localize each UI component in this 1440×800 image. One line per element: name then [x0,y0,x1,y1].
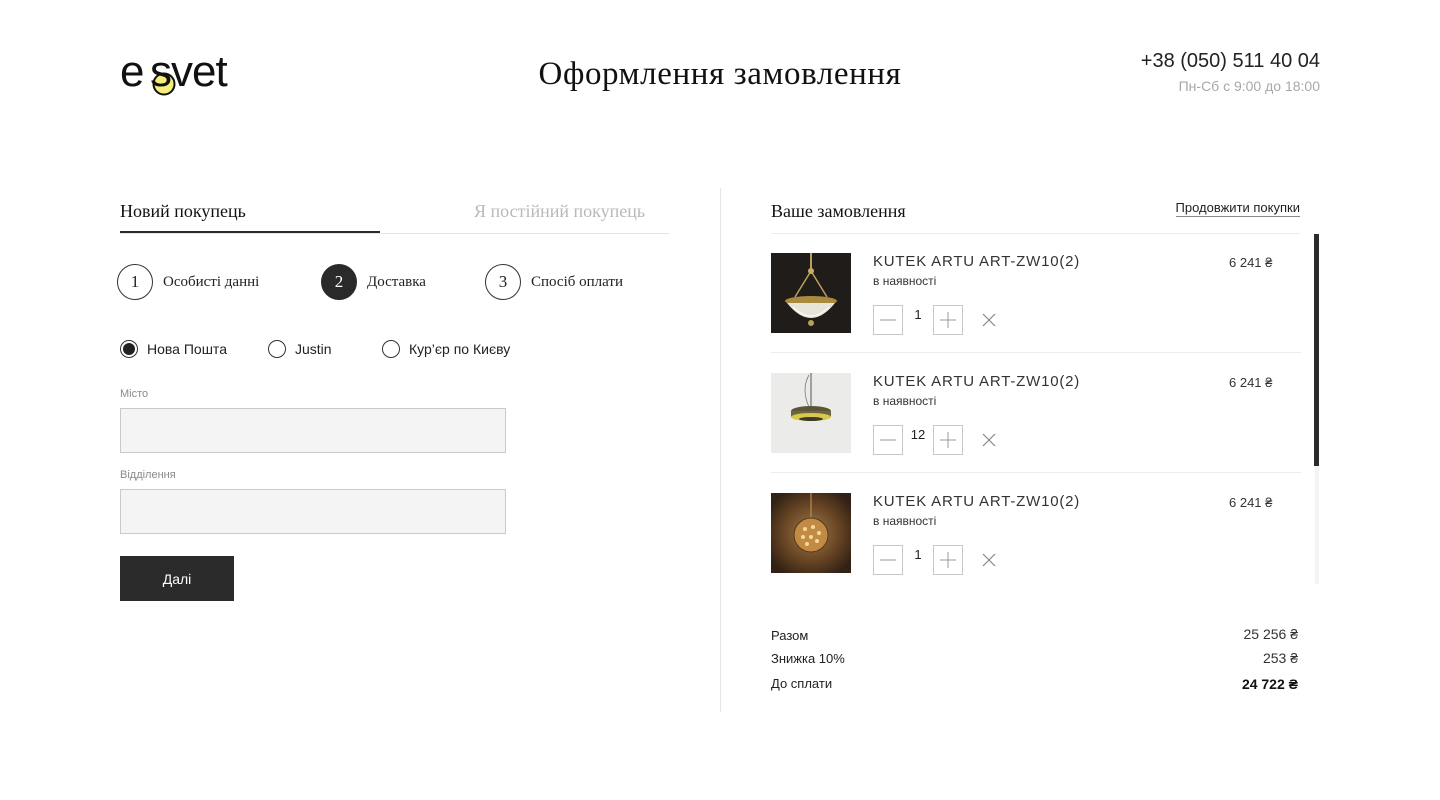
decrease-quantity-button[interactable] [873,425,903,455]
order-title: Ваше замовлення [771,201,906,221]
product-name[interactable]: KUTEK ARTU ART-ZW10(2) [873,253,1080,270]
minus-icon [880,319,896,321]
total-value: 24 722 ₴ [1241,676,1298,692]
product-image[interactable] [771,493,851,573]
product-image[interactable] [771,253,851,333]
branch-label: Відділення [120,469,176,481]
step-number: 3 [485,264,521,300]
page-title: Оформлення замовлення [538,56,902,92]
product-price: 6 241 ₴ [1229,495,1273,510]
minus-icon [880,439,896,441]
product-image[interactable] [771,373,851,453]
step-number: 2 [321,264,357,300]
product-price: 6 241 ₴ [1229,375,1273,390]
city-input[interactable] [120,408,506,453]
plus-icon [940,552,956,568]
increase-quantity-button[interactable] [933,545,963,575]
column-divider [720,188,721,712]
step-delivery[interactable]: 2 Доставка [321,264,426,300]
tab-new-customer[interactable]: Новий покупець [120,201,246,222]
continue-shopping-link[interactable]: Продовжити покупки [1175,200,1300,217]
radio-button[interactable] [268,340,286,358]
radio-button-checked[interactable] [120,340,138,358]
close-icon[interactable] [981,312,997,328]
increase-quantity-button[interactable] [933,305,963,335]
radio-label: Justin [295,341,332,357]
plus-icon [940,312,956,328]
decrease-quantity-button[interactable] [873,305,903,335]
tab-regular-customer[interactable]: Я постійний покупець [474,201,645,222]
scrollbar-thumb[interactable] [1314,234,1319,466]
radio-label: Нова Пошта [147,341,227,357]
plus-icon [940,432,956,448]
close-icon[interactable] [981,432,997,448]
product-image-pendant [771,373,851,453]
step-label: Спосіб оплати [531,273,623,290]
step-personal-data[interactable]: 1 Особисті данні [117,264,259,300]
subtotal-label: Разом [771,628,809,643]
working-hours: Пн-Сб с 9:00 до 18:00 [1178,78,1320,94]
increase-quantity-button[interactable] [933,425,963,455]
product-image-chandelier [771,253,851,333]
radio-label: Кур’єр по Києву [409,341,511,357]
step-payment[interactable]: 3 Спосіб оплати [485,264,623,300]
logo[interactable]: e svet [120,47,250,100]
decrease-quantity-button[interactable] [873,545,903,575]
logo-mark: e svet [120,47,228,96]
svg-text:svet: svet [150,48,227,96]
tabs-divider [120,233,669,234]
product-name[interactable]: KUTEK ARTU ART-ZW10(2) [873,493,1080,510]
tab-active-indicator [120,231,380,233]
order-item: KUTEK ARTU ART-ZW10(2) в наявності 6 241… [771,353,1301,473]
subtotal-value: 25 256 ₴ [1243,626,1299,642]
discount-value: 253 ₴ [1262,650,1298,666]
discount-label: Знижка 10% [771,651,845,666]
radio-justin[interactable]: Justin [268,340,332,358]
product-image-globe-lamp [771,493,851,573]
radio-courier-kyiv[interactable]: Кур’єр по Києву [382,340,510,358]
quantity-value[interactable]: 1 [903,547,933,562]
phone-number[interactable]: +38 (050) 511 40 04 [1141,50,1320,73]
step-label: Доставка [367,273,426,290]
radio-nova-poshta[interactable]: Нова Пошта [120,340,227,358]
product-price: 6 241 ₴ [1229,255,1273,270]
step-number: 1 [117,264,153,300]
radio-button[interactable] [382,340,400,358]
stock-status: в наявності [873,394,937,408]
branch-input[interactable] [120,489,506,534]
next-button[interactable]: Далі [120,556,234,601]
city-label: Місто [120,388,149,400]
total-label: До сплати [771,676,833,691]
order-item: KUTEK ARTU ART-ZW10(2) в наявності 6 241… [771,233,1301,353]
step-label: Особисті данні [163,273,260,290]
svg-text:e: e [120,48,143,96]
close-icon[interactable] [981,552,997,568]
stock-status: в наявності [873,514,937,528]
order-item: KUTEK ARTU ART-ZW10(2) в наявності 6 241… [771,473,1301,593]
stock-status: в наявності [873,274,937,288]
quantity-value[interactable]: 1 [903,307,933,322]
quantity-value[interactable]: 12 [903,427,933,442]
product-name[interactable]: KUTEK ARTU ART-ZW10(2) [873,373,1080,390]
minus-icon [880,559,896,561]
